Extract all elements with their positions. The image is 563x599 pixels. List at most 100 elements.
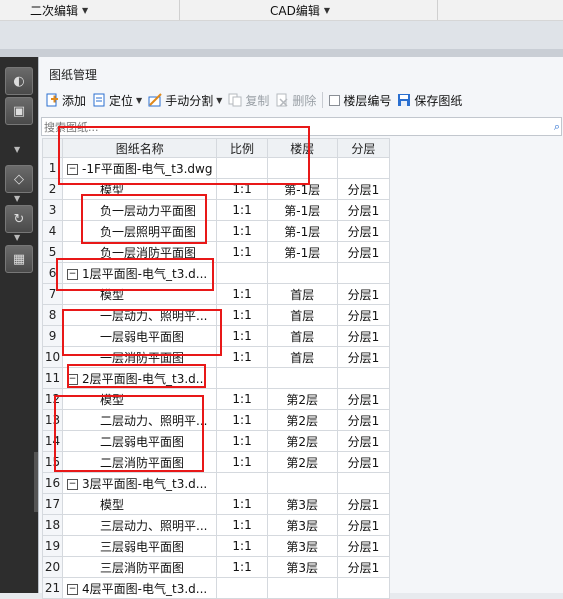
copy-button[interactable]: 复制 (228, 92, 269, 109)
collapse-toggle-icon[interactable]: − (67, 478, 79, 490)
row-layer: 分层1 (336, 325, 391, 347)
row-name-cell: 二层动力、照明平... (62, 409, 218, 431)
floor-number-label: 楼层编号 (343, 93, 392, 108)
ribbon-empty (438, 0, 563, 20)
orbit-icon[interactable]: ◐ (5, 67, 33, 95)
table-row[interactable]: 5 负一层消防平面图 1:1 第-1层 分层1 (41, 241, 391, 263)
chevron-down-icon: ▼ (216, 95, 223, 105)
table-group-row[interactable]: 6−1层平面图-电气_t3.d... (41, 262, 391, 284)
row-scale: 1:1 (216, 388, 268, 410)
row-floor: 首层 (266, 346, 338, 368)
collapse-toggle-icon[interactable]: − (67, 373, 79, 385)
ribbon-bar: 二次编辑 ▼ CAD编辑 ▼ (0, 0, 563, 21)
table-group-row[interactable]: 21−4层平面图-电气_t3.d... (41, 577, 391, 599)
row-scale: 1:1 (216, 283, 268, 305)
table-row[interactable]: 9 一层弱电平面图 1:1 首层 分层1 (41, 325, 391, 347)
locate-button[interactable]: 定位 ▼ (92, 92, 142, 109)
row-index: 11 (41, 367, 64, 389)
rotate-icon[interactable]: ↻ (5, 205, 33, 233)
row-name: 三层动力、照明平... (100, 518, 208, 533)
row-layer (336, 262, 391, 284)
collapse-toggle-icon[interactable]: − (67, 163, 79, 175)
search-input[interactable] (42, 118, 546, 137)
row-scale: 1:1 (216, 556, 268, 578)
save-drawing-button[interactable]: 保存图纸 (397, 92, 462, 109)
table-group-row[interactable]: 16−3层平面图-电气_t3.d... (41, 472, 391, 494)
row-layer (336, 577, 391, 599)
row-scale: 1:1 (216, 304, 268, 326)
row-scale: 1:1 (216, 409, 268, 431)
table-row[interactable]: 15 二层消防平面图 1:1 第2层 分层1 (41, 451, 391, 473)
ribbon-divider (0, 49, 563, 57)
row-index: 6 (41, 262, 64, 284)
header-layer[interactable]: 分层 (336, 138, 391, 158)
row-index: 2 (41, 178, 64, 200)
header-scale[interactable]: 比例 (216, 138, 268, 158)
table-group-row[interactable]: 11−2层平面图-电气_t3.d... (41, 367, 391, 389)
row-layer: 分层1 (336, 199, 391, 221)
drawing-manager-panel: 图纸管理 添加 定位 ▼ 手动分割 ▼ 复制 删除 楼层编号 保存图纸 搜索图纸… (38, 57, 563, 599)
row-name: 一层动力、照明平... (100, 308, 208, 323)
row-index: 18 (41, 514, 64, 536)
table-row[interactable]: 4 负一层照明平面图 1:1 第-1层 分层1 (41, 220, 391, 242)
table-row[interactable]: 2 模型 1:1 第-1层 分层1 (41, 178, 391, 200)
row-name-cell: 负一层照明平面图 (62, 220, 218, 242)
add-button[interactable]: 添加 (45, 92, 86, 109)
row-layer: 分层1 (336, 241, 391, 263)
table-row[interactable]: 19 三层弱电平面图 1:1 第3层 分层1 (41, 535, 391, 557)
ribbon-tab-cad-edit[interactable]: CAD编辑 ▼ (180, 0, 438, 20)
header-floor[interactable]: 楼层 (266, 138, 338, 158)
table-row[interactable]: 8 一层动力、照明平... 1:1 首层 分层1 (41, 304, 391, 326)
row-scale: 1:1 (216, 451, 268, 473)
table-row[interactable]: 3 负一层动力平面图 1:1 第-1层 分层1 (41, 199, 391, 221)
collapse-toggle-icon[interactable]: − (67, 268, 79, 280)
row-layer (336, 157, 391, 179)
table-row[interactable]: 12 模型 1:1 第2层 分层1 (41, 388, 391, 410)
row-index: 20 (41, 556, 64, 578)
row-floor (266, 577, 338, 599)
row-index: 9 (41, 325, 64, 347)
delete-button[interactable]: 删除 (275, 92, 316, 109)
ribbon-tab-secondary-edit[interactable]: 二次编辑 ▼ (0, 0, 180, 20)
table-row[interactable]: 7 模型 1:1 首层 分层1 (41, 283, 391, 305)
search-icon[interactable]: ⌕ (554, 120, 560, 134)
table-row[interactable]: 14 二层弱电平面图 1:1 第2层 分层1 (41, 430, 391, 452)
floor-number-checkbox[interactable]: 楼层编号 (329, 92, 391, 109)
header-name[interactable]: 图纸名称 (62, 138, 218, 158)
cube-view-icon[interactable]: ◇ (5, 165, 33, 193)
row-scale (216, 577, 268, 599)
table-row[interactable]: 13 二层动力、照明平... 1:1 第2层 分层1 (41, 409, 391, 431)
row-name-cell: 三层消防平面图 (62, 556, 218, 578)
row-name: 负一层动力平面图 (100, 203, 197, 218)
header-index (41, 138, 64, 158)
table-group-row[interactable]: 1− -1F平面图-电气_t3.dwg (41, 157, 391, 179)
view-toolstrip: ◐ ▣ ▼ ◇ ▼ ↻ ▼ ▦ (0, 57, 38, 593)
save-icon (398, 94, 411, 106)
chevron-down-icon[interactable]: ▼ (14, 145, 20, 154)
row-name: 三层弱电平面图 (100, 539, 185, 554)
row-floor: 第-1层 (266, 178, 338, 200)
3d-view-icon[interactable]: ▣ (5, 97, 33, 125)
copy-label: 复制 (245, 93, 270, 108)
table-row[interactable]: 20 三层消防平面图 1:1 第3层 分层1 (41, 556, 391, 578)
table-row[interactable]: 17 模型 1:1 第3层 分层1 (41, 493, 391, 515)
row-scale: 1:1 (216, 514, 268, 536)
checkbox-box[interactable] (329, 94, 341, 106)
row-index: 4 (41, 220, 64, 242)
row-index: 15 (41, 451, 64, 473)
row-layer: 分层1 (336, 346, 391, 368)
add-file-icon (46, 93, 58, 107)
toolbar-separator (322, 92, 324, 108)
table-row[interactable]: 18 三层动力、照明平... 1:1 第3层 分层1 (41, 514, 391, 536)
chevron-down-icon[interactable]: ▼ (14, 194, 20, 203)
delete-label: 删除 (292, 93, 317, 108)
row-name: 负一层照明平面图 (100, 224, 197, 239)
row-name: -1F平面图-电气_t3.dwg (82, 161, 213, 176)
chevron-down-icon[interactable]: ▼ (14, 233, 20, 242)
row-scale (216, 367, 268, 389)
table-row[interactable]: 10 一层消防平面图 1:1 首层 分层1 (41, 346, 391, 368)
manual-split-button[interactable]: 手动分割 ▼ (148, 92, 222, 109)
row-scale: 1:1 (216, 493, 268, 515)
row-index: 13 (41, 409, 64, 431)
grid-view-icon[interactable]: ▦ (5, 245, 33, 273)
